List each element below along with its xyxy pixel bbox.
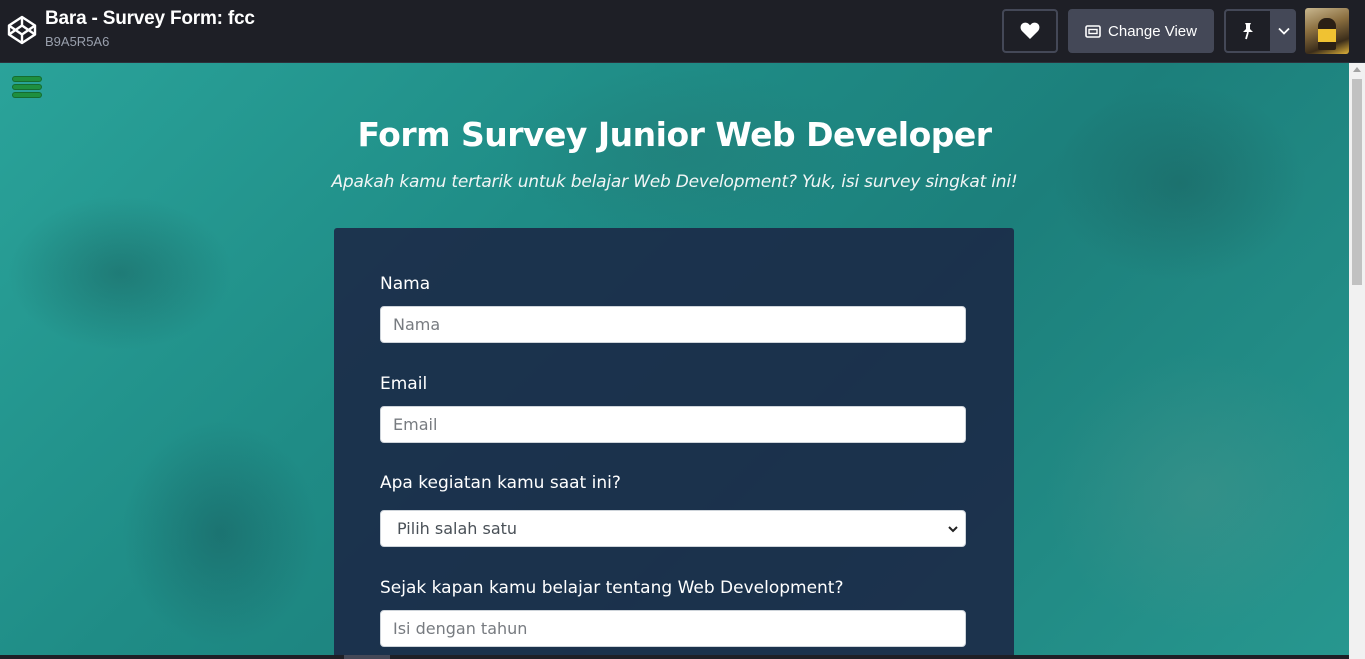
activity-label: Apa kegiatan kamu saat ini? bbox=[380, 473, 621, 493]
since-label: Sejak kapan kamu belajar tentang Web Dev… bbox=[380, 578, 844, 598]
name-label: Nama bbox=[380, 274, 431, 294]
chevron-down-icon bbox=[948, 526, 958, 533]
email-label: Email bbox=[380, 374, 428, 394]
vertical-scrollbar[interactable] bbox=[1349, 63, 1365, 659]
name-input[interactable] bbox=[380, 306, 966, 343]
love-button[interactable] bbox=[1002, 9, 1058, 53]
editor-header: Bara - Survey Form: fcc B9A5R5A6 Change … bbox=[0, 0, 1365, 63]
survey-form: Nama Email Apa kegiatan kamu saat ini? P… bbox=[334, 228, 1014, 655]
hamburger-menu-icon[interactable] bbox=[12, 74, 42, 100]
change-view-button[interactable]: Change View bbox=[1068, 9, 1214, 53]
horizontal-scrollbar[interactable] bbox=[0, 655, 1349, 659]
activity-selected: Pilih salah satu bbox=[397, 519, 518, 538]
scrollbar-thumb[interactable] bbox=[1352, 79, 1362, 285]
avatar-figure bbox=[1318, 18, 1336, 50]
page-description: Apakah kamu tertarik untuk belajar Web D… bbox=[331, 172, 1018, 192]
pen-author[interactable]: B9A5R5A6 bbox=[45, 34, 109, 49]
since-year-input[interactable] bbox=[380, 610, 966, 647]
pen-preview: Form Survey Junior Web Developer Apakah … bbox=[0, 63, 1349, 655]
scroll-up-arrow-icon[interactable] bbox=[1353, 67, 1361, 72]
heart-icon bbox=[1020, 22, 1040, 39]
email-input[interactable] bbox=[380, 406, 966, 443]
pin-icon bbox=[1243, 23, 1253, 40]
change-view-label: Change View bbox=[1108, 22, 1197, 40]
chevron-down-icon bbox=[1277, 27, 1290, 35]
page-title: Form Survey Junior Web Developer bbox=[357, 115, 992, 154]
codepen-logo-icon[interactable] bbox=[6, 14, 38, 46]
user-avatar[interactable] bbox=[1305, 8, 1349, 54]
horizontal-scrollbar-thumb[interactable] bbox=[344, 655, 390, 659]
pin-button[interactable] bbox=[1224, 9, 1272, 53]
pen-title[interactable]: Bara - Survey Form: fcc bbox=[45, 8, 255, 30]
change-view-icon bbox=[1085, 24, 1101, 38]
pin-menu-button[interactable] bbox=[1271, 9, 1296, 53]
activity-dropdown[interactable]: Pilih salah satu bbox=[380, 510, 966, 547]
